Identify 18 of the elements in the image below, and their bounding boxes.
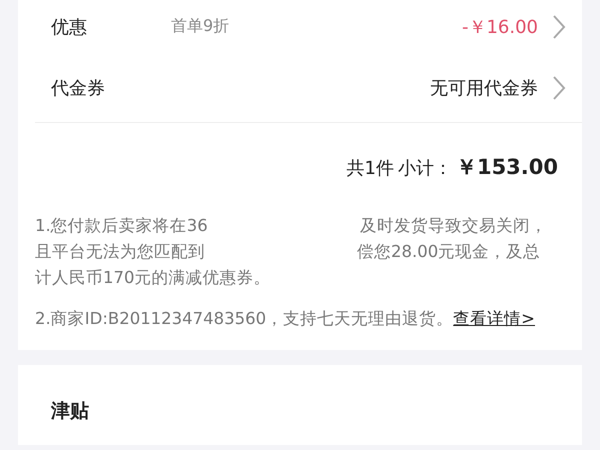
subtotal-label: 小计： bbox=[398, 157, 452, 180]
item-count: 共1件 bbox=[346, 157, 394, 180]
notice-text: 计人民币170元的满减优惠券。 bbox=[35, 267, 270, 289]
notice-text: 偿您28.00元现金，及总 bbox=[357, 241, 540, 263]
subtotal-amount: ￥153.00 bbox=[456, 154, 558, 181]
row-value[interactable]: -￥16.00 bbox=[462, 14, 538, 38]
merchant-text: 2.商家ID:B20112347483560，支持七天无理由退货。 bbox=[35, 308, 454, 330]
details-link[interactable]: 查看详情> bbox=[453, 308, 535, 330]
chevron-icon[interactable] bbox=[552, 74, 566, 100]
row-value[interactable]: 无可用代金券 bbox=[430, 76, 538, 100]
notice-text: 及时发货导致交易关闭， bbox=[360, 215, 547, 237]
row-label: 代金券 bbox=[51, 76, 106, 100]
promo-note: 首单9折 bbox=[171, 16, 230, 37]
chevron-icon[interactable] bbox=[552, 14, 566, 40]
section-title: 津贴 bbox=[51, 400, 89, 422]
notice-text: 且平台无法为您匹配到 bbox=[35, 241, 205, 263]
notice-text: 1.您付款后卖家将在36 bbox=[35, 215, 208, 237]
row-label: 优惠 bbox=[51, 16, 88, 38]
